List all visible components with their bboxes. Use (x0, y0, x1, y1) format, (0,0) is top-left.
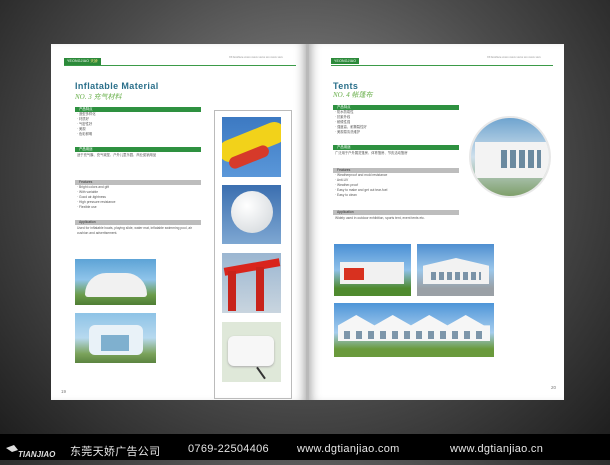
list-item: · Flexible use (77, 205, 97, 209)
logo-text: TIANJIAO (18, 450, 56, 459)
left-header-logo: YEONGJ​IAO 天娇 (64, 58, 101, 65)
right-header-rule (331, 65, 553, 66)
right-header-logo: YEONGJIAO (331, 58, 360, 64)
list-item: · 美观易清洗维护 (335, 130, 361, 134)
right-application-text: Widely used in outdoor exhibition, sport… (335, 216, 425, 220)
tent-pagoda-row-photo (334, 303, 494, 357)
inflatable-red-arch-photo (222, 253, 281, 313)
left-page-title: Inflatable Material (75, 81, 159, 91)
footer-bar: 东莞天娇广告公司 0769-22504406 www.dgtianjiao.co… (0, 434, 610, 460)
inflatable-bag-photo (222, 322, 281, 382)
brochure-spread: YEONGJ​IAO 天娇 XX brochure xxxxx xxxxx xx… (51, 44, 564, 400)
right-usage-cn-text: 广泛用于户外展览篷房、体育篷房、节庆活动篷房 (335, 151, 408, 155)
tianjiao-logo-icon: TIANJIAO (6, 445, 56, 459)
inflatable-tent-photo (75, 313, 156, 363)
left-header-rule (64, 65, 296, 66)
tent-circle-photo (469, 116, 551, 198)
inflatable-dome-photo (75, 259, 156, 305)
left-page-number: 19 (61, 389, 67, 394)
right-features-cn-list: · 防水防霉性 · 抗紫外线 · 耐候性强 · 强度高，耐撕裂性好 · 美观易清… (335, 110, 367, 135)
right-page-number: 20 (551, 385, 557, 390)
tent-hall-photo (417, 244, 494, 296)
left-section-application: Application (75, 220, 201, 225)
left-usage-cn-text: 适于充气膜、充气城堡、户外儿童乐园、商业促销用品 (77, 153, 157, 157)
left-page: YEONGJ​IAO 天娇 XX brochure xxxxx xxxxx xx… (51, 44, 306, 400)
right-header-info: XX brochure xxxxx xxxxx xxxxx xxx xxxxx … (487, 56, 541, 59)
right-features-en-list: · Weatherproof and mold resistance · Ant… (335, 173, 387, 198)
right-page-subtitle: NO. 4 帐篷布 (333, 91, 373, 99)
footer-phone: 0769-22504406 (188, 443, 269, 455)
right-section-usage-cn: 产品用途 (333, 145, 459, 150)
left-features-en-list: · Bright colors and gift · With variable… (77, 185, 115, 210)
inflatable-banana-boat-photo (222, 117, 281, 177)
left-application-text: Used for inflatable boats, playing slide… (77, 226, 193, 235)
footer-company: 东莞天娇广告公司 (70, 446, 161, 458)
footer-url-cn[interactable]: www.dgtianjiao.cn (450, 443, 543, 455)
list-item: · Easy to clean (335, 193, 357, 197)
left-page-subtitle: NO. 3 充气材料 (75, 93, 122, 101)
left-features-cn-list: · 造型多样化 · 材质好 · 气密性好 · 美观 · 色彩鲜明 (77, 112, 96, 137)
left-header-info: XX brochure xxxxx xxxxx xxxxx xxx xxxxx … (229, 56, 283, 59)
footer-url-com[interactable]: www.dgtianjiao.com (297, 443, 400, 455)
left-section-usage-cn: 产品用途 (75, 147, 201, 152)
right-section-application: Application (333, 210, 459, 215)
inflatable-balloon-photo (222, 185, 281, 244)
right-page: YEONGJIAO XX brochure xxxxx xxxxx xxxxx … (309, 44, 564, 400)
tianjiao-logo: TIANJIAO (4, 444, 62, 460)
list-item: · 色彩鲜明 (77, 132, 93, 136)
tent-red-photo (334, 244, 411, 296)
